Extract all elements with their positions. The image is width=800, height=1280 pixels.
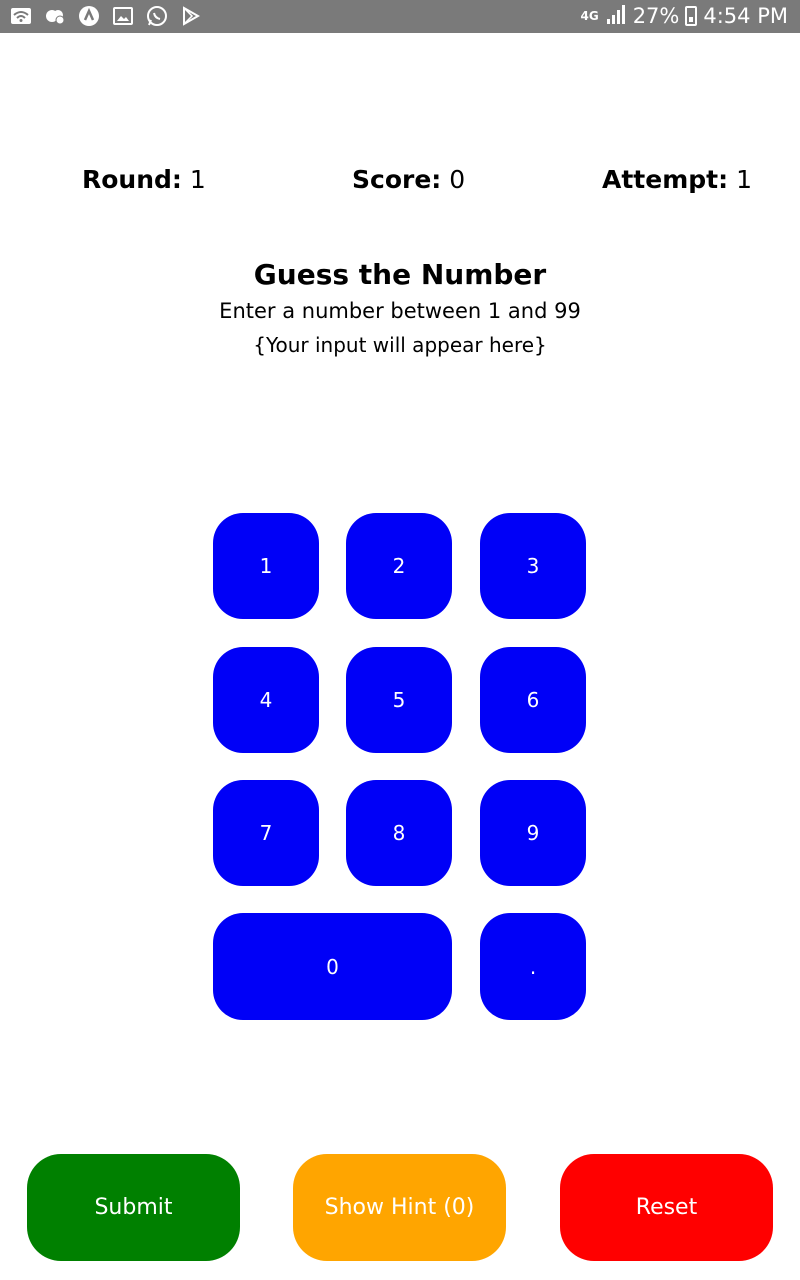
score-value: 0 [449,165,466,194]
play-store-icon [180,6,202,26]
input-display: {Your input will appear here} [253,333,547,357]
key-2[interactable]: 2 [346,513,452,619]
attempt-stat: Attempt: 1 [602,165,752,194]
key-0[interactable]: 0 [213,913,452,1020]
battery-percent: 27% [632,4,680,28]
wifi-icon [10,6,32,26]
clock: 4:54 PM [703,4,788,28]
battery-icon [685,6,698,26]
round-value: 1 [189,165,206,194]
key-9[interactable]: 9 [480,780,586,886]
key-6[interactable]: 6 [480,647,586,753]
key-8[interactable]: 8 [346,780,452,886]
round-stat: Round: 1 [82,165,206,194]
whatsapp-icon [146,6,168,26]
key-1[interactable]: 1 [213,513,319,619]
key-5[interactable]: 5 [346,647,452,753]
attempt-label: Attempt: [602,165,729,194]
key-4[interactable]: 4 [213,647,319,753]
submit-button[interactable]: Submit [27,1154,240,1261]
round-label: Round: [82,165,182,194]
signal-icon [605,3,627,29]
key-decimal[interactable]: . [480,913,586,1020]
gallery-icon [112,6,134,26]
notification-icons [10,6,202,26]
page-title: Guess the Number [253,258,547,291]
attempt-value: 1 [736,165,752,194]
show-hint-button[interactable]: Show Hint (0) [293,1154,506,1261]
android-icon [78,6,100,26]
network-type: 4G [580,9,599,23]
score-stat: Score: 0 [352,165,465,194]
score-label: Score: [352,165,442,194]
key-3[interactable]: 3 [480,513,586,619]
reset-button[interactable]: Reset [560,1154,773,1261]
instructions: Enter a number between 1 and 99 [219,299,581,323]
key-7[interactable]: 7 [213,780,319,886]
system-status: 4G 27% 4:54 PM [580,3,788,29]
cloud-icon [44,6,66,26]
status-bar: 4G 27% 4:54 PM [0,0,800,33]
